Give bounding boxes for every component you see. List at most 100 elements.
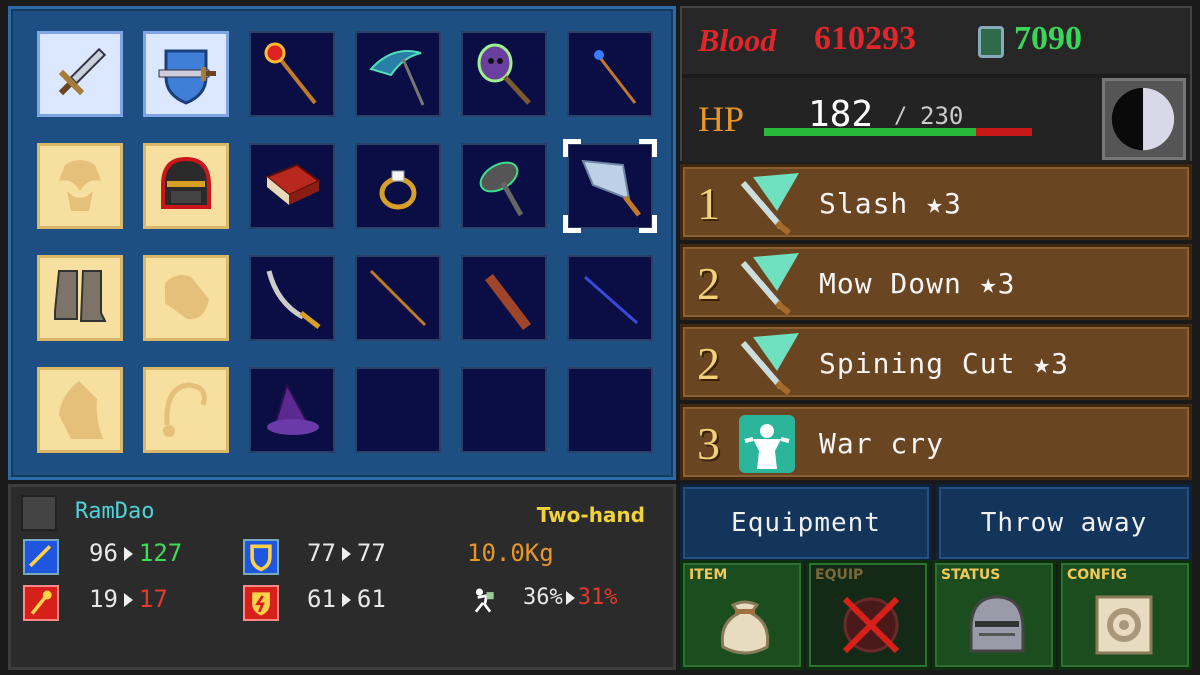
equip-slot-gloves-empty[interactable]: [143, 255, 229, 341]
magic-current: 19: [89, 585, 118, 613]
inventory-slot[interactable]: [249, 367, 335, 453]
inventory-slot[interactable]: [249, 31, 335, 117]
cloak-silhouette-icon: [59, 381, 103, 439]
arrow-right-icon: [341, 593, 351, 607]
bag-icon: [720, 600, 770, 655]
menu-status-button[interactable]: STATUS: [932, 560, 1056, 670]
magic-defense-new: 61: [356, 585, 386, 613]
equip-slot-weapon[interactable]: [37, 31, 123, 117]
item-type: Two-hand: [536, 503, 645, 527]
status-header: Blood 610293 7090 HP 182 / 230: [680, 6, 1192, 163]
inventory-slot[interactable]: [355, 143, 441, 229]
arrow-right-icon: [341, 547, 351, 561]
equip-slot-shield[interactable]: [143, 31, 229, 117]
gem-icon: [978, 26, 1004, 58]
skull-staff-icon: [477, 43, 531, 105]
scythe-icon: [369, 50, 425, 106]
inventory-slot[interactable]: [249, 143, 335, 229]
sword-slash-icon: [740, 333, 799, 396]
skill-name: Slash ★3: [819, 187, 962, 220]
hp-label: HP: [698, 99, 745, 139]
helmet-icon: [161, 156, 211, 209]
inventory-slot-empty[interactable]: [567, 367, 653, 453]
greaves-icon: [54, 270, 107, 322]
equip-slot-cloak-empty[interactable]: [37, 367, 123, 453]
throw-away-button[interactable]: Throw away: [936, 484, 1192, 562]
item-name: RamDao: [75, 499, 155, 524]
attack-new: 127: [138, 539, 183, 567]
hp-row: HP 182 / 230: [682, 78, 1190, 163]
defense-current: 77: [307, 539, 336, 567]
war-hammer-icon: [479, 161, 524, 217]
amulet-silhouette-icon: [163, 382, 207, 437]
inventory-slot[interactable]: [461, 143, 547, 229]
sword-icon: [58, 47, 107, 96]
club-icon: [485, 273, 531, 331]
load-stat: 36% 31%: [523, 585, 618, 610]
skill-rank: 3: [697, 418, 720, 469]
inventory-slot[interactable]: [461, 31, 547, 117]
skill-row-3[interactable]: 2 Spining Cut ★3: [680, 324, 1192, 400]
weight-load-icon: [467, 585, 503, 621]
currency-row: Blood 610293 7090: [682, 8, 1190, 74]
inventory-slot[interactable]: [461, 255, 547, 341]
skill-name: Mow Down ★3: [819, 267, 1016, 300]
selection-corner: [639, 215, 657, 233]
attack-current: 96: [89, 539, 118, 567]
equip-slot-boots[interactable]: [37, 255, 123, 341]
inventory-slot[interactable]: [355, 255, 441, 341]
menu-equip-button[interactable]: EQUIP: [806, 560, 930, 670]
rod-icon: [584, 275, 638, 325]
equip-disabled-icon: [842, 596, 900, 654]
wand-icon: [594, 50, 637, 104]
spear-icon: [369, 269, 427, 327]
sword-slash-icon: [740, 173, 799, 236]
accessory-silhouette-icon: [59, 160, 101, 211]
inventory-panel: [8, 6, 676, 480]
menu-config-label: CONFIG: [1067, 567, 1128, 583]
selection-corner: [639, 139, 657, 157]
menu-config-button[interactable]: CONFIG: [1058, 560, 1192, 670]
blood-label: Blood: [698, 22, 777, 58]
inventory-slot-empty[interactable]: [461, 367, 547, 453]
menu-item-button[interactable]: ITEM: [680, 560, 804, 670]
wizard-hat-icon: [267, 382, 319, 435]
hp-max: 230: [920, 102, 964, 130]
inventory-slot[interactable]: [249, 255, 335, 341]
knight-helm-icon: [969, 595, 1025, 653]
inventory-slot[interactable]: [355, 31, 441, 117]
inventory-slot-empty[interactable]: [355, 367, 441, 453]
load-new: 31%: [577, 585, 618, 610]
equip-slot-helmet[interactable]: [143, 143, 229, 229]
menu-item-label: ITEM: [689, 567, 728, 583]
equip-slot-accessory-empty[interactable]: [37, 143, 123, 229]
selection-corner: [563, 139, 581, 157]
skill-row-4[interactable]: 3 War cry: [680, 404, 1192, 480]
inventory-slot-selected[interactable]: [563, 139, 657, 233]
magic-stat: 19 17: [89, 585, 168, 613]
equip-slot-amulet-empty[interactable]: [143, 367, 229, 453]
magic-defense-stat-icon: [243, 585, 279, 621]
skill-row-2[interactable]: 2 Mow Down ★3: [680, 244, 1192, 320]
selection-corner: [563, 215, 581, 233]
inventory-slot[interactable]: [567, 31, 653, 117]
shield-sword-icon: [158, 49, 216, 105]
blood-value: 610293: [814, 20, 916, 57]
arrow-right-icon: [123, 547, 133, 561]
gauntlet-silhouette-icon: [165, 275, 209, 320]
skill-name: Spining Cut ★3: [819, 347, 1070, 380]
skill-row-1[interactable]: 1 Slash ★3: [680, 164, 1192, 240]
item-weight: 10.0Kg: [467, 539, 554, 567]
ring-icon: [379, 170, 417, 210]
defense-stat: 77 77: [307, 539, 386, 567]
menu-equip-label: EQUIP: [815, 567, 864, 583]
inventory-slot[interactable]: [567, 255, 653, 341]
arrow-right-icon: [123, 593, 133, 607]
config-scroll-icon: [1095, 595, 1153, 655]
item-info-panel: RamDao Two-hand 96 127 77 77 10.0Kg 19 17 6…: [8, 484, 676, 670]
hp-current: 182: [808, 94, 874, 135]
moon-phase-frame: [1102, 78, 1186, 160]
attack-stat: 96 127: [89, 539, 182, 567]
moon-phase-icon: [1111, 87, 1175, 151]
equipment-button[interactable]: Equipment: [680, 484, 932, 562]
